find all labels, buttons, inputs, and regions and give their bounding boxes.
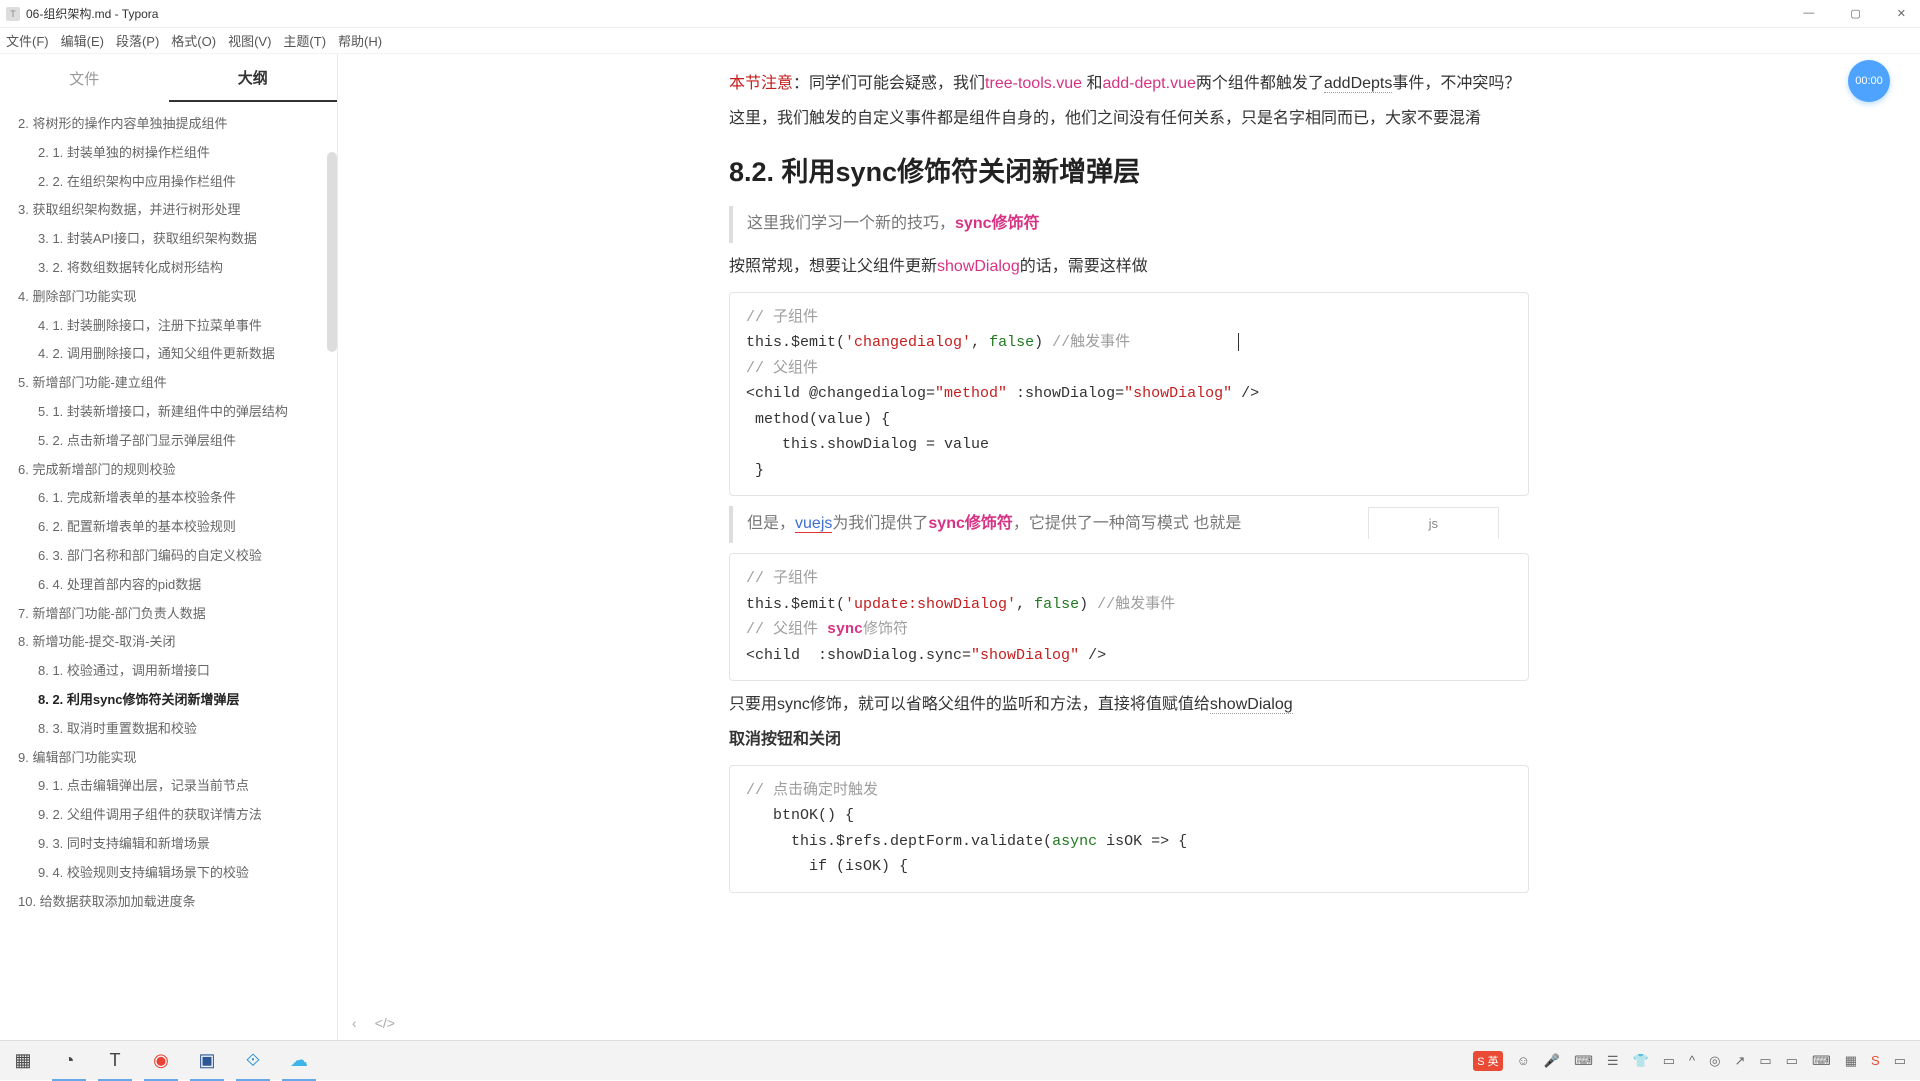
note-label: 本节注意 (729, 75, 793, 92)
outline-item[interactable]: 8. 1. 校验通过，调用新增接口 (0, 657, 337, 686)
link-vuejs[interactable]: vuejs (795, 515, 832, 533)
blockquote: 这里我们学习一个新的技巧，sync修饰符 (729, 206, 1529, 243)
minimize-button[interactable]: — (1795, 3, 1822, 24)
link-showdialog[interactable]: showDialog (1210, 696, 1293, 714)
tray-icon[interactable]: 👕 (1633, 1053, 1649, 1069)
taskbar: ▦ ◔ T ◉ ▣ ⟐ ☁ S 英 ☺ 🎤 ⌨ ☰ 👕 ▭ ^ ◎ ↗ ▭ ▭ … (0, 1040, 1920, 1080)
outline-item[interactable]: 4. 1. 封装删除接口，注册下拉菜单事件 (0, 312, 337, 341)
outline-item[interactable]: 8. 新增功能-提交-取消-关闭 (0, 628, 337, 657)
link-adddepts[interactable]: addDepts (1324, 75, 1393, 93)
outline-item[interactable]: 9. 3. 同时支持编辑和新增场景 (0, 830, 337, 859)
tray-icon[interactable]: ⌨ (1574, 1053, 1593, 1069)
tray-icon[interactable]: ▦ (1845, 1053, 1857, 1069)
task-vscode[interactable]: ⟐ (230, 1041, 276, 1081)
outline-item[interactable]: 5. 2. 点击新增子部门显示弹层组件 (0, 427, 337, 456)
app-icon: T (6, 7, 20, 21)
close-button[interactable]: ✕ (1889, 3, 1914, 24)
outline-item[interactable]: 2. 1. 封装单独的树操作栏组件 (0, 139, 337, 168)
outline-item[interactable]: 5. 新增部门功能-建立组件 (0, 369, 337, 398)
ime-indicator[interactable]: S 英 (1473, 1051, 1502, 1071)
code-block-3[interactable]: // 点击确定时触发 btnOK() { this.$refs.deptForm… (729, 765, 1529, 893)
menu-view[interactable]: 视图(V) (228, 31, 271, 50)
menu-edit[interactable]: 编辑(E) (61, 31, 104, 50)
tray-icon[interactable]: ☰ (1607, 1053, 1619, 1069)
scrollbar-thumb[interactable] (327, 152, 337, 352)
code-block-2[interactable]: // 子组件 this.$emit('update:showDialog', f… (729, 553, 1529, 681)
editor-content[interactable]: 00:00 本节注意：同学们可能会疑惑，我们tree-tools.vue 和ad… (338, 54, 1920, 1040)
tray-icon[interactable]: ▭ (1786, 1053, 1798, 1069)
tray-icon[interactable]: ↗ (1734, 1053, 1745, 1069)
tray-notifications[interactable]: ▭ (1894, 1053, 1906, 1069)
task-powershell[interactable]: ▣ (184, 1041, 230, 1081)
text-cursor (1238, 333, 1239, 351)
menu-theme[interactable]: 主题(T) (283, 31, 326, 50)
outline-item[interactable]: 10. 给数据获取添加加载进度条 (0, 888, 337, 917)
outline-item[interactable]: 8. 3. 取消时重置数据和校验 (0, 715, 337, 744)
task-chrome[interactable]: ◉ (138, 1041, 184, 1081)
tray-icon[interactable]: S (1871, 1053, 1880, 1068)
task-typora[interactable]: T (92, 1041, 138, 1081)
menu-help[interactable]: 帮助(H) (338, 31, 382, 50)
code-ref: tree-tools.vue (985, 75, 1082, 92)
outline-item[interactable]: 6. 1. 完成新增表单的基本校验条件 (0, 484, 337, 513)
task-app-6[interactable]: ☁ (276, 1041, 322, 1081)
tab-files[interactable]: 文件 (0, 54, 169, 102)
system-tray: S 英 ☺ 🎤 ⌨ ☰ 👕 ▭ ^ ◎ ↗ ▭ ▭ ⌨ ▦ S ▭ (1473, 1051, 1920, 1071)
section-heading: 8.2. 利用sync修饰符关闭新增弹层 (729, 148, 1529, 197)
outline-item[interactable]: 6. 4. 处理首部内容的pid数据 (0, 571, 337, 600)
paragraph: 这里，我们触发的自定义事件都是组件自身的，他们之间没有任何关系，只是名字相同而已… (729, 105, 1529, 134)
timer-badge[interactable]: 00:00 (1848, 60, 1890, 102)
outline-item[interactable]: 5. 1. 封装新增接口，新建组件中的弹层结构 (0, 398, 337, 427)
menu-paragraph[interactable]: 段落(P) (116, 31, 159, 50)
menu-bar: 文件(F) 编辑(E) 段落(P) 格式(O) 视图(V) 主题(T) 帮助(H… (0, 28, 1920, 54)
tab-outline[interactable]: 大纲 (169, 54, 338, 102)
outline-item[interactable]: 6. 完成新增部门的规则校验 (0, 456, 337, 485)
tray-icon[interactable]: ☺ (1517, 1053, 1530, 1068)
window-title: 06-组织架构.md - Typora (26, 5, 158, 22)
tray-icon[interactable]: ▭ (1759, 1053, 1771, 1069)
bottom-nav: ‹ </> (338, 1006, 1920, 1040)
code-ref: add-dept.vue (1102, 75, 1195, 92)
tray-icon[interactable]: 🎤 (1544, 1053, 1560, 1069)
outline-item[interactable]: 3. 获取组织架构数据，并进行树形处理 (0, 196, 337, 225)
tray-icon[interactable]: ▭ (1663, 1053, 1675, 1069)
nav-back[interactable]: ‹ (352, 1015, 357, 1031)
tray-up[interactable]: ^ (1689, 1053, 1695, 1068)
menu-format[interactable]: 格式(O) (171, 31, 216, 50)
tray-icon[interactable]: ⌨ (1812, 1053, 1831, 1069)
start-button[interactable]: ▦ (0, 1041, 46, 1081)
outline-item[interactable]: 9. 4. 校验规则支持编辑场景下的校验 (0, 859, 337, 888)
outline-item[interactable]: 6. 2. 配置新增表单的基本校验规则 (0, 513, 337, 542)
outline-item[interactable]: 3. 2. 将数组数据转化成树形结构 (0, 254, 337, 283)
outline-item[interactable]: 3. 1. 封装API接口，获取组织架构数据 (0, 225, 337, 254)
code-block-1[interactable]: // 子组件 this.$emit('changedialog', false)… (729, 292, 1529, 497)
outline-item[interactable]: 9. 2. 父组件调用子组件的获取详情方法 (0, 801, 337, 830)
outline-item[interactable]: 6. 3. 部门名称和部门编码的自定义校验 (0, 542, 337, 571)
outline-item[interactable]: 7. 新增部门功能-部门负责人数据 (0, 600, 337, 629)
outline-item[interactable]: 4. 2. 调用删除接口，通知父组件更新数据 (0, 340, 337, 369)
outline-item[interactable]: 4. 删除部门功能实现 (0, 283, 337, 312)
outline-item[interactable]: 9. 编辑部门功能实现 (0, 744, 337, 773)
tray-icon[interactable]: ◎ (1709, 1053, 1720, 1069)
outline-list[interactable]: 2. 将树形的操作内容单独抽提成组件2. 1. 封装单独的树操作栏组件2. 2.… (0, 102, 337, 1040)
outline-item[interactable]: 8. 2. 利用sync修饰符关闭新增弹层 (0, 686, 337, 715)
maximize-button[interactable]: ▢ (1842, 3, 1868, 24)
task-app-1[interactable]: ◔ (46, 1041, 92, 1081)
menu-file[interactable]: 文件(F) (6, 31, 49, 50)
code-lang-label: js (1368, 507, 1499, 539)
outline-item[interactable]: 9. 1. 点击编辑弹出层，记录当前节点 (0, 772, 337, 801)
nav-source[interactable]: </> (375, 1015, 395, 1031)
sidebar: 文件 大纲 2. 将树形的操作内容单独抽提成组件2. 1. 封装单独的树操作栏组… (0, 54, 338, 1040)
sub-heading: 取消按钮和关闭 (729, 726, 1529, 755)
outline-item[interactable]: 2. 将树形的操作内容单独抽提成组件 (0, 110, 337, 139)
outline-item[interactable]: 2. 2. 在组织架构中应用操作栏组件 (0, 168, 337, 197)
